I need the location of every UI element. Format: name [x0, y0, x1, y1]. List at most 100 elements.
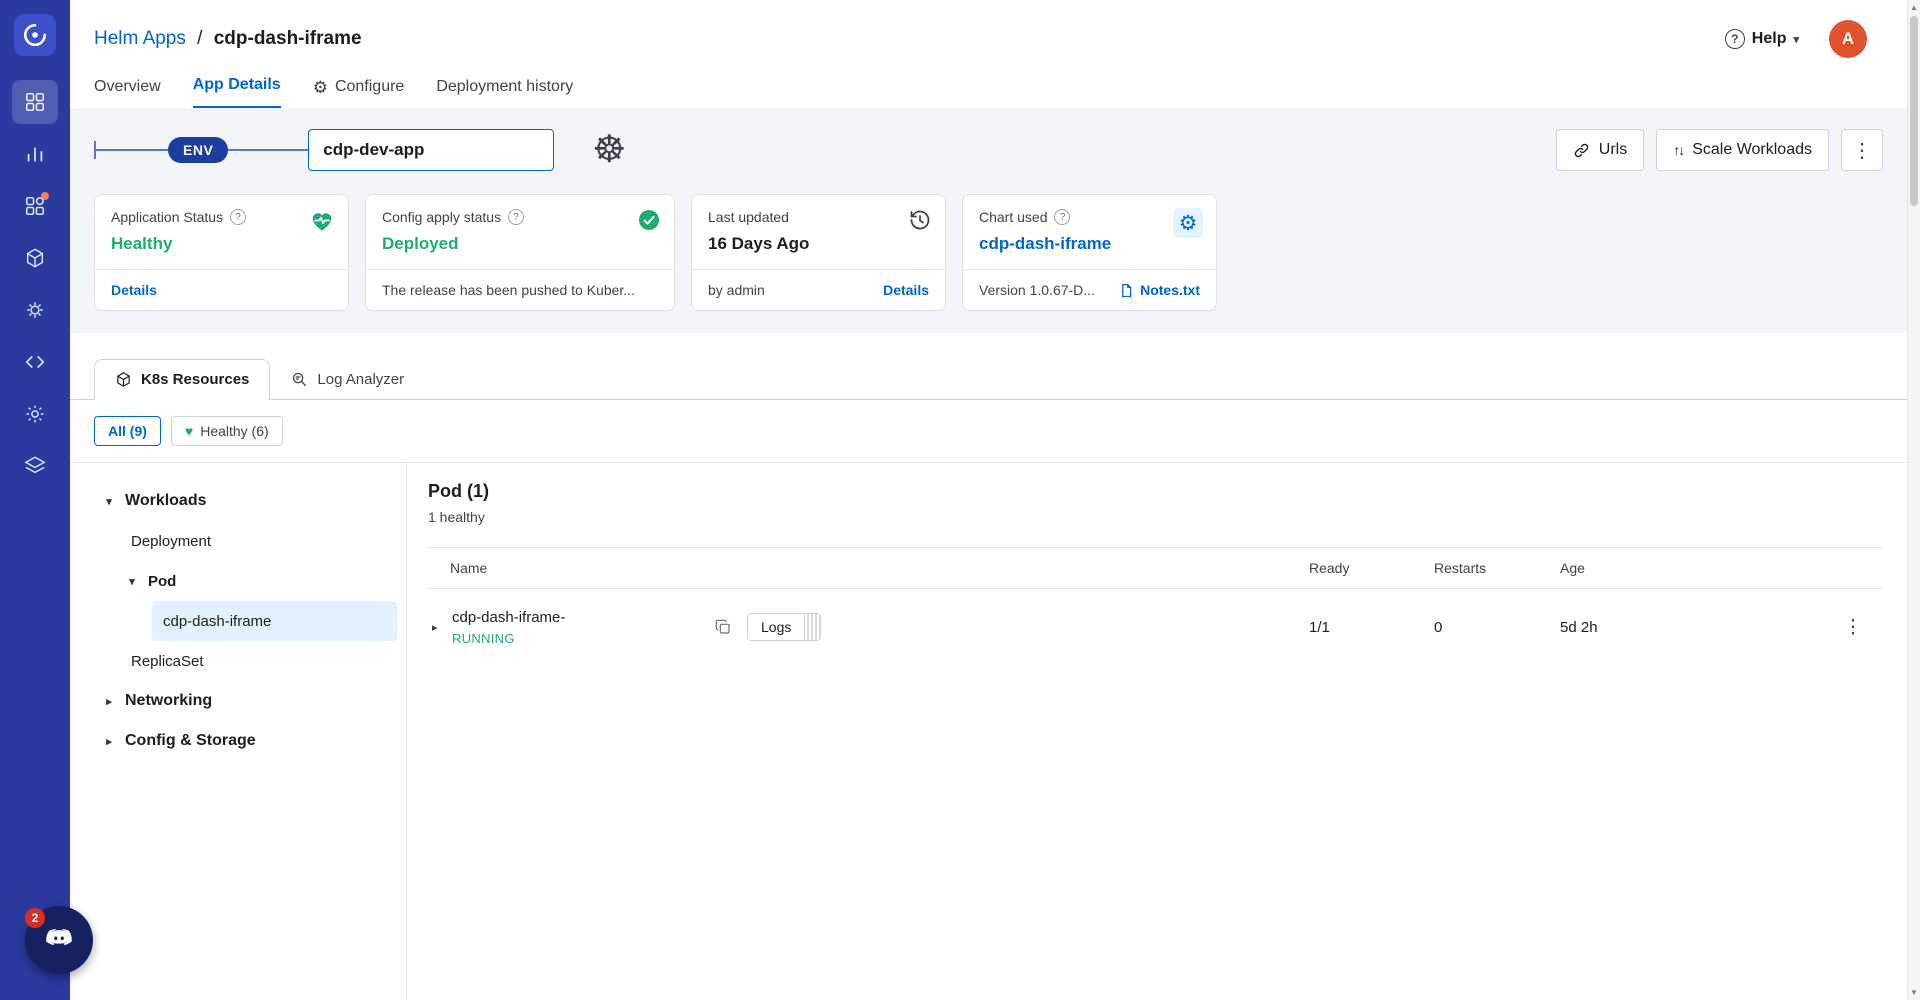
breadcrumb-helm-apps-link[interactable]: Helm Apps [94, 28, 186, 49]
pod-name[interactable]: cdp-dash-iframe- [452, 609, 715, 626]
breadcrumb-separator: / [197, 28, 202, 49]
tree-config-storage-label: Config & Storage [125, 732, 256, 750]
chart-version-text: Version 1.0.67-D... [979, 282, 1095, 298]
sidebar-item-jobs[interactable] [12, 132, 58, 176]
sidebar-item-applications[interactable] [12, 80, 58, 124]
filter-healthy-label: Healthy (6) [200, 423, 268, 439]
sidebar-item-code-editor[interactable] [12, 340, 58, 384]
table-row: ▸ cdp-dash-iframe- RUNNING Lo [428, 589, 1883, 665]
breadcrumb-current: cdp-dash-iframe [214, 28, 362, 49]
tree-node-workloads[interactable]: ▾ Workloads [70, 481, 406, 521]
col-age: Age [1560, 560, 1823, 576]
pod-table-header: Name Ready Restarts Age [428, 547, 1883, 589]
chevron-down-icon: ▾ [103, 495, 115, 508]
main-area: Helm Apps / cdp-dash-iframe ? Help ▾ A O… [70, 0, 1907, 1000]
file-icon [1119, 283, 1134, 298]
tree-node-replicaset[interactable]: ReplicaSet [70, 641, 406, 681]
sidebar-item-security[interactable] [12, 288, 58, 332]
scrollbar[interactable]: ▲ ▼ [1907, 0, 1920, 1000]
app-name-input[interactable] [308, 129, 554, 171]
devtron-logo[interactable] [14, 14, 56, 56]
history-icon [908, 208, 932, 232]
tab-app-details-label: App Details [193, 76, 281, 94]
help-question-icon[interactable]: ? [508, 209, 524, 225]
help-question-icon[interactable]: ? [230, 209, 246, 225]
logs-split-grip[interactable] [805, 613, 821, 641]
config-apply-message: The release has been pushed to Kuber... [382, 282, 635, 298]
last-updated-card: Last updated 16 Days Ago by admin Detail… [691, 194, 946, 311]
tab-deployment-history-label: Deployment history [436, 78, 573, 96]
heart-icon: ♥ [185, 424, 193, 438]
tab-app-details[interactable]: App Details [193, 76, 281, 108]
log-search-icon [291, 371, 308, 388]
urls-button[interactable]: Urls [1556, 129, 1644, 171]
app-summary-band: ENV ☸ Urls ↑↓ Scale Workloads ⋮ [70, 108, 1907, 333]
tree-node-deployment[interactable]: Deployment [70, 521, 406, 561]
tab-k8s-resources[interactable]: K8s Resources [94, 359, 270, 400]
tab-k8s-resources-label: K8s Resources [141, 371, 249, 388]
tree-node-config-storage[interactable]: ▸ Config & Storage [70, 721, 406, 761]
help-label: Help [1752, 30, 1787, 48]
filter-all[interactable]: All (9) [94, 416, 161, 446]
last-updated-by: by admin [708, 282, 765, 298]
chart-gear-icon: ⚙ [1173, 208, 1203, 238]
chevron-down-icon: ▾ [126, 575, 138, 588]
chart-used-link[interactable]: cdp-dash-iframe [979, 234, 1111, 253]
tree-pod-label: Pod [148, 573, 176, 590]
last-updated-details-link[interactable]: Details [883, 282, 929, 298]
logo-swirl-icon [22, 22, 48, 48]
scroll-thumb[interactable] [1910, 16, 1918, 206]
check-circle-icon [637, 208, 661, 232]
avatar[interactable]: A [1829, 20, 1867, 58]
application-status-details-link[interactable]: Details [111, 282, 157, 298]
tab-overview[interactable]: Overview [94, 78, 161, 108]
logs-button[interactable]: Logs [747, 613, 805, 641]
env-connector-line [228, 149, 308, 151]
sidebar-item-app-groups[interactable] [12, 184, 58, 228]
chat-unread-badge: 2 [25, 908, 45, 928]
app-nav-tabs: Overview App Details ⚙ Configure Deploym… [70, 58, 1907, 108]
chevron-right-icon: ▸ [103, 735, 115, 748]
tree-replicaset-label: ReplicaSet [131, 653, 204, 670]
pod-age: 5d 2h [1560, 619, 1823, 636]
scale-workloads-button[interactable]: ↑↓ Scale Workloads [1656, 129, 1829, 171]
tree-deployment-label: Deployment [131, 533, 211, 550]
breadcrumb: Helm Apps / cdp-dash-iframe [94, 28, 362, 50]
gear-icon [24, 403, 46, 425]
chevron-down-icon: ▾ [1793, 33, 1799, 46]
help-question-icon[interactable]: ? [1054, 209, 1070, 225]
scroll-down-arrow[interactable]: ▼ [1908, 985, 1920, 1000]
filter-all-label: All (9) [108, 423, 147, 439]
discord-icon [42, 923, 76, 957]
more-options-button[interactable]: ⋮ [1841, 129, 1883, 171]
tab-log-analyzer[interactable]: Log Analyzer [270, 359, 425, 400]
cube-icon [24, 247, 46, 269]
notes-txt-link[interactable]: Notes.txt [1140, 282, 1200, 298]
sidebar-item-stack-manager[interactable] [12, 444, 58, 488]
gear-icon: ⚙ [313, 79, 328, 96]
env-row: ENV ☸ Urls ↑↓ Scale Workloads ⋮ [94, 126, 1883, 174]
tab-deployment-history[interactable]: Deployment history [436, 78, 573, 108]
last-updated-value: 16 Days Ago [708, 234, 929, 254]
sidebar-item-global-config[interactable] [12, 392, 58, 436]
copy-icon[interactable] [715, 619, 731, 635]
link-icon [1573, 142, 1590, 159]
tab-configure[interactable]: ⚙ Configure [313, 78, 405, 108]
row-kebab-menu[interactable]: ⋮ [1823, 616, 1883, 639]
filter-healthy[interactable]: ♥ Healthy (6) [171, 416, 283, 446]
tree-node-cdp-dash-iframe[interactable]: cdp-dash-iframe [152, 601, 397, 641]
tree-node-networking[interactable]: ▸ Networking [70, 681, 406, 721]
tree-node-pod[interactable]: ▾ Pod [70, 561, 406, 601]
health-filters: All (9) ♥ Healthy (6) [70, 400, 1907, 463]
help-menu[interactable]: ? Help ▾ [1725, 29, 1799, 49]
up-down-arrows-icon: ↑↓ [1673, 142, 1683, 158]
config-apply-status-card: Config apply status ? Deployed The relea… [365, 194, 675, 311]
sidebar-item-chart-store[interactable] [12, 236, 58, 280]
scroll-up-arrow[interactable]: ▲ [1908, 0, 1920, 15]
support-chat-button[interactable]: 2 [25, 906, 93, 974]
application-status-title: Application Status [111, 209, 223, 225]
resource-tree: ▾ Workloads Deployment ▾ Pod cdp-dash-if… [70, 463, 407, 1000]
row-expand-caret[interactable]: ▸ [432, 621, 452, 634]
header-actions: ? Help ▾ A [1725, 20, 1867, 58]
config-apply-title: Config apply status [382, 209, 501, 225]
